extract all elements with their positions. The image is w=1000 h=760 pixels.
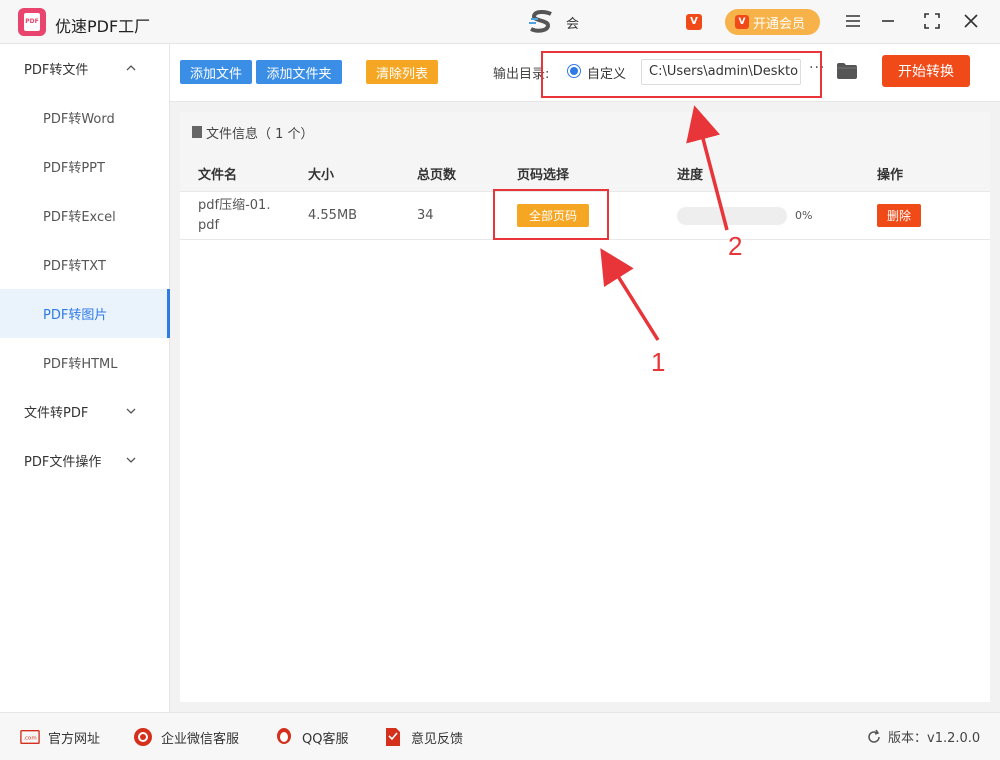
qq-icon <box>274 727 294 747</box>
clear-list-button[interactable]: 清除列表 <box>366 60 438 84</box>
start-convert-button[interactable]: 开始转换 <box>882 55 970 87</box>
wechat-service-link[interactable]: 企业微信客服 <box>133 727 239 747</box>
sidebar-item-pdf-to-excel[interactable]: PDF转Excel <box>0 191 170 240</box>
add-file-button[interactable]: 添加文件 <box>180 60 252 84</box>
add-folder-button[interactable]: 添加文件夹 <box>256 60 342 84</box>
open-vip-button[interactable]: V 开通会员 <box>725 9 820 35</box>
close-icon[interactable] <box>960 10 982 32</box>
website-icon: .com <box>20 727 40 747</box>
brand-s-logo-icon <box>529 9 552 33</box>
annotation-label-2: 2 <box>728 231 743 261</box>
title-bar: PDF 优速PDF工厂 会 V V 开通会员 <box>0 0 1000 44</box>
feedback-icon <box>383 727 403 747</box>
progress-text: 0% <box>795 209 813 222</box>
sidebar-group-file-to-pdf[interactable]: 文件转PDF <box>0 387 170 436</box>
feedback-link[interactable]: 意见反馈 <box>383 727 463 747</box>
sidebar-item-pdf-to-html[interactable]: PDF转HTML <box>0 338 170 387</box>
sidebar-item-pdf-to-ppt[interactable]: PDF转PPT <box>0 142 170 191</box>
delete-button[interactable]: 删除 <box>877 204 921 227</box>
annotation-label-1: 1 <box>651 347 666 377</box>
qq-service-link[interactable]: QQ客服 <box>274 727 348 747</box>
member-text: 会 <box>566 17 580 32</box>
version-info: 版本：v1.2.0.0 <box>866 727 980 746</box>
official-site-link[interactable]: .com 官方网址 <box>20 727 100 747</box>
sidebar-item-pdf-to-txt[interactable]: PDF转TXT <box>0 240 170 289</box>
col-filename: 文件名 <box>198 168 238 183</box>
app-title: 优速PDF工厂 <box>55 17 151 36</box>
vip-badge-icon: V <box>735 15 749 29</box>
app-logo-icon: PDF <box>18 8 46 36</box>
menu-icon[interactable] <box>842 10 864 32</box>
wechat-icon <box>133 727 153 747</box>
file-name: pdf压缩-01. pdf <box>198 198 271 233</box>
sidebar-item-pdf-to-image[interactable]: PDF转图片 <box>0 289 170 338</box>
file-size: 4.55MB <box>308 208 358 223</box>
progress-bar <box>677 207 787 225</box>
document-icon <box>192 126 202 138</box>
vip-icon[interactable]: V <box>686 14 702 30</box>
col-action: 操作 <box>877 168 904 183</box>
page-count: 34 <box>417 208 434 223</box>
file-info-header: 文件信息（ 1 个） <box>180 112 990 152</box>
chevron-down-icon <box>126 457 136 463</box>
maximize-icon[interactable] <box>921 10 943 32</box>
col-pages: 总页数 <box>417 168 457 183</box>
sidebar-group-pdf-operations[interactable]: PDF文件操作 <box>0 436 170 485</box>
sidebar-group-pdf-to-file[interactable]: PDF转文件 <box>0 44 170 93</box>
col-progress: 进度 <box>677 168 704 183</box>
sidebar: PDF转文件 PDF转Word PDF转PPT PDF转Excel PDF转TX… <box>0 44 170 712</box>
chevron-down-icon <box>126 408 136 414</box>
col-size: 大小 <box>308 168 335 183</box>
folder-icon[interactable] <box>836 62 858 80</box>
minimize-icon[interactable] <box>877 10 899 32</box>
footer: .com 官方网址 企业微信客服 QQ客服 意见反馈 版本：v1.2.0.0 <box>0 712 1000 760</box>
chevron-up-icon <box>126 65 136 71</box>
annotation-box-1 <box>493 189 609 240</box>
col-page-select: 页码选择 <box>517 168 570 183</box>
sidebar-item-pdf-to-word[interactable]: PDF转Word <box>0 93 170 142</box>
svg-text:.com: .com <box>23 736 36 742</box>
annotation-box-2 <box>541 51 822 98</box>
table-header: 文件名 大小 总页数 页码选择 进度 操作 <box>180 152 990 192</box>
refresh-icon[interactable] <box>866 729 882 745</box>
